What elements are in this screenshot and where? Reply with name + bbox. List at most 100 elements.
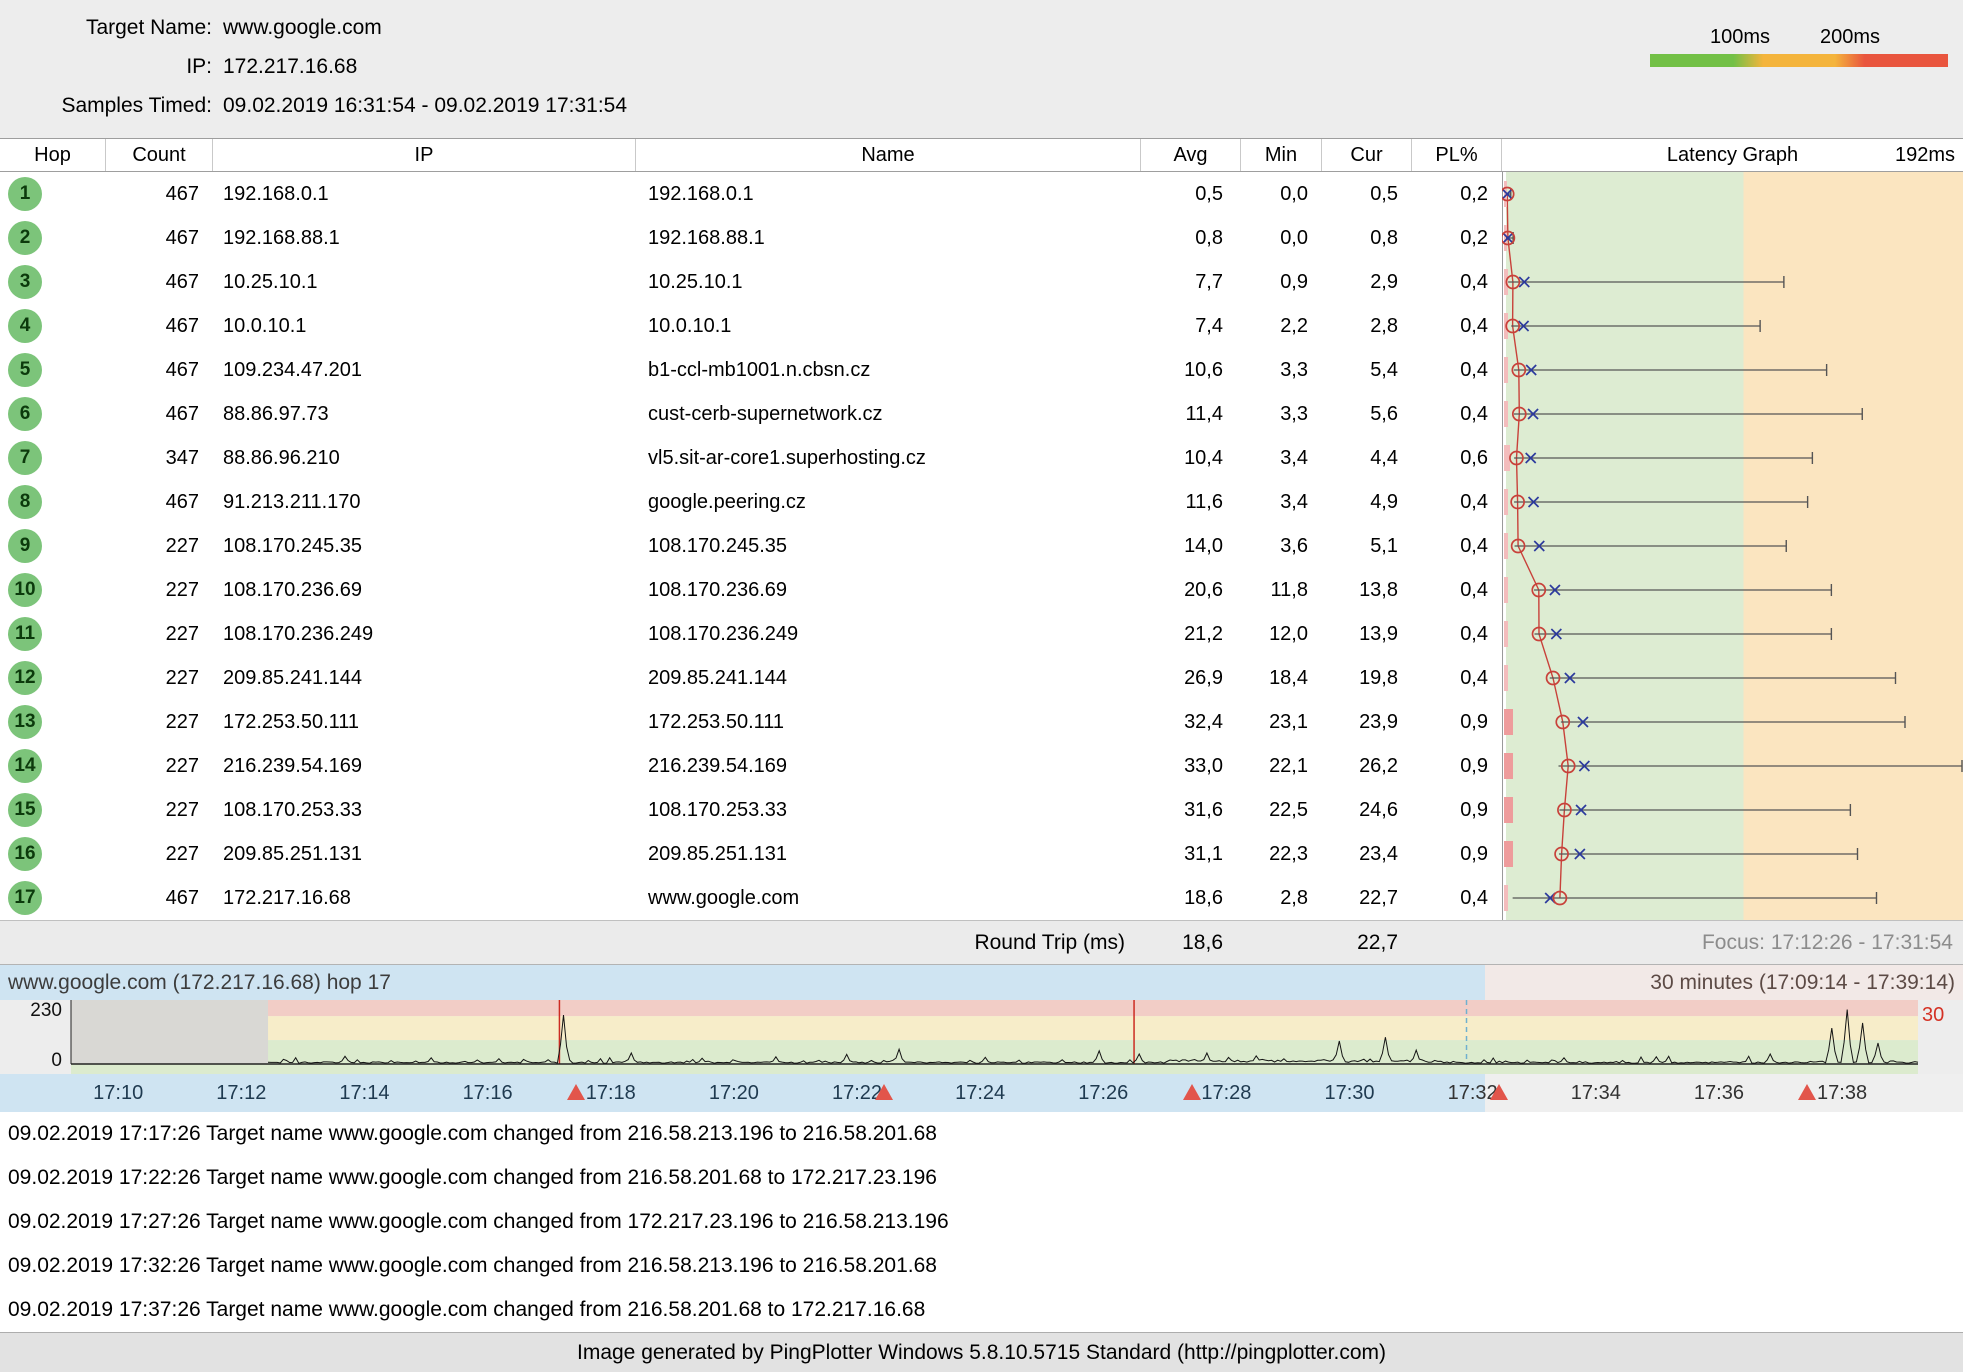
min-cell: 0,9: [1241, 260, 1322, 304]
latency-graph-scale-label: 192ms: [1895, 144, 1955, 167]
route-change-marker: [875, 1084, 893, 1100]
min-cell: 12,0: [1241, 612, 1322, 656]
log-line: 09.02.2019 17:32:26 Target name www.goog…: [0, 1244, 1963, 1288]
hop-number-badge: 12: [0, 656, 106, 700]
focus-range-label: Focus: 17:12:26 - 17:31:54: [1502, 921, 1963, 964]
name-cell: 216.239.54.169: [636, 744, 1141, 788]
name-cell: 108.170.245.35: [636, 524, 1141, 568]
name-cell: vl5.sit-ar-core1.superhosting.cz: [636, 436, 1141, 480]
time-tick-17:12: 17:12: [216, 1082, 266, 1105]
hop-number-badge: 14: [0, 744, 106, 788]
col-header-hop: Hop: [0, 139, 106, 171]
latency-graph-title: Latency Graph: [1667, 144, 1798, 167]
cur-cell: 24,6: [1322, 788, 1412, 832]
pl-cell: 0,4: [1412, 348, 1502, 392]
ip-cell: 10.0.10.1: [213, 304, 636, 348]
legend-200ms-label: 200ms: [1820, 26, 1880, 49]
latency-graph-cell: [1502, 524, 1963, 568]
latency-graph-cell: [1502, 700, 1963, 744]
hop-number-badge: 11: [0, 612, 106, 656]
hops-table-body: 1467192.168.0.1192.168.0.10,50,00,50,224…: [0, 172, 1963, 920]
count-cell: 227: [106, 524, 213, 568]
col-header-cur: Cur: [1322, 139, 1412, 171]
min-cell: 2,8: [1241, 876, 1322, 920]
col-header-name: Name: [636, 139, 1141, 171]
col-header-latency-graph: Latency Graph 192ms: [1502, 139, 1963, 171]
min-cell: 3,4: [1241, 436, 1322, 480]
name-cell: 209.85.251.131: [636, 832, 1141, 876]
pl-cell: 0,4: [1412, 876, 1502, 920]
avg-cell: 0,8: [1141, 216, 1241, 260]
count-cell: 467: [106, 480, 213, 524]
latency-graph-cell: [1502, 436, 1963, 480]
ip-cell: 209.85.241.144: [213, 656, 636, 700]
ip-cell: 172.217.16.68: [213, 876, 636, 920]
round-trip-row: Round Trip (ms) 18,6 22,7 Focus: 17:12:2…: [0, 920, 1963, 964]
avg-cell: 20,6: [1141, 568, 1241, 612]
cur-cell: 22,7: [1322, 876, 1412, 920]
hop-row-1: 1467192.168.0.1192.168.0.10,50,00,50,2: [0, 172, 1963, 216]
ip-cell: 216.239.54.169: [213, 744, 636, 788]
hop-number-badge: 1: [0, 172, 106, 216]
avg-cell: 0,5: [1141, 172, 1241, 216]
cur-cell: 5,6: [1322, 392, 1412, 436]
latency-graph-cell: [1502, 788, 1963, 832]
hop-row-15: 15227108.170.253.33108.170.253.3331,622,…: [0, 788, 1963, 832]
route-change-marker: [1490, 1084, 1508, 1100]
log-line: 09.02.2019 17:17:26 Target name www.goog…: [0, 1112, 1963, 1156]
timeline-chart: [0, 1000, 1963, 1074]
pl-cell: 0,9: [1412, 832, 1502, 876]
cur-cell: 2,8: [1322, 304, 1412, 348]
timeline-target-label: www.google.com (172.217.16.68) hop 17: [8, 965, 391, 1000]
name-cell: 192.168.0.1: [636, 172, 1141, 216]
name-cell: www.google.com: [636, 876, 1141, 920]
round-trip-cur: 22,7: [1322, 921, 1412, 964]
time-tick-17:16: 17:16: [463, 1082, 513, 1105]
name-cell: 192.168.88.1: [636, 216, 1141, 260]
log-line: 09.02.2019 17:22:26 Target name www.goog…: [0, 1156, 1963, 1200]
avg-cell: 31,6: [1141, 788, 1241, 832]
target-name-value: www.google.com: [212, 8, 382, 47]
min-cell: 11,8: [1241, 568, 1322, 612]
count-cell: 467: [106, 172, 213, 216]
count-cell: 467: [106, 304, 213, 348]
hop-row-3: 346710.25.10.110.25.10.17,70,92,90,4: [0, 260, 1963, 304]
latency-graph-cell: [1502, 876, 1963, 920]
cur-cell: 26,2: [1322, 744, 1412, 788]
latency-graph-cell: [1502, 392, 1963, 436]
hop-number-badge: 4: [0, 304, 106, 348]
avg-cell: 18,6: [1141, 876, 1241, 920]
ip-cell: 108.170.253.33: [213, 788, 636, 832]
cur-cell: 5,1: [1322, 524, 1412, 568]
latency-graph-cell: [1502, 216, 1963, 260]
log-line: 09.02.2019 17:27:26 Target name www.goog…: [0, 1200, 1963, 1244]
legend-gradient-bar: [1650, 54, 1948, 67]
ip-cell: 108.170.245.35: [213, 524, 636, 568]
y-axis-zero-label: 0: [0, 1050, 62, 1072]
min-cell: 2,2: [1241, 304, 1322, 348]
min-cell: 22,3: [1241, 832, 1322, 876]
cur-cell: 0,8: [1322, 216, 1412, 260]
pingplotter-report: Target Name: www.google.com IP: 172.217.…: [0, 0, 1963, 1372]
hop-row-8: 846791.213.211.170google.peering.cz11,63…: [0, 480, 1963, 524]
generated-by-footer: Image generated by PingPlotter Windows 5…: [0, 1332, 1963, 1372]
hop-row-13: 13227172.253.50.111172.253.50.11132,423,…: [0, 700, 1963, 744]
cur-cell: 23,9: [1322, 700, 1412, 744]
name-cell: 10.0.10.1: [636, 304, 1141, 348]
hop-number-badge: 16: [0, 832, 106, 876]
samples-timed-row: Samples Timed: 09.02.2019 16:31:54 - 09.…: [0, 86, 1963, 125]
time-tick-17:20: 17:20: [709, 1082, 759, 1105]
count-cell: 467: [106, 348, 213, 392]
pl-cell: 0,4: [1412, 612, 1502, 656]
hop-row-14: 14227216.239.54.169216.239.54.16933,022,…: [0, 744, 1963, 788]
hop-number-badge: 17: [0, 876, 106, 920]
avg-cell: 31,1: [1141, 832, 1241, 876]
count-cell: 227: [106, 612, 213, 656]
pl-cell: 0,4: [1412, 480, 1502, 524]
min-cell: 0,0: [1241, 216, 1322, 260]
hop-number-badge: 2: [0, 216, 106, 260]
count-cell: 227: [106, 744, 213, 788]
time-tick-17:28: 17:28: [1201, 1082, 1251, 1105]
avg-cell: 14,0: [1141, 524, 1241, 568]
avg-cell: 21,2: [1141, 612, 1241, 656]
